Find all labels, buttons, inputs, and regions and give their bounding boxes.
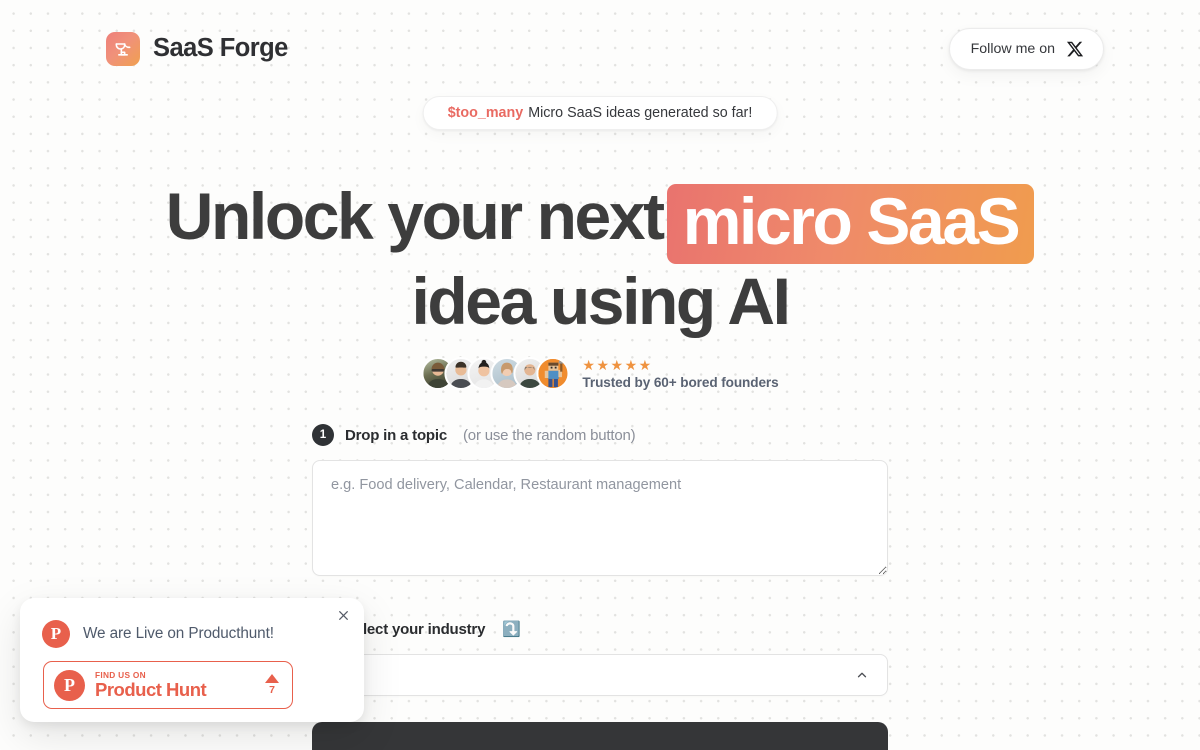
upvote-caret-icon bbox=[265, 674, 279, 683]
avatar-group bbox=[421, 357, 570, 390]
hero-section: Unlock your next micro SaaS idea using AI bbox=[0, 174, 1200, 343]
producthunt-badge-name: Product Hunt bbox=[95, 678, 207, 700]
star-icon: ★ bbox=[582, 356, 595, 373]
step-1-label: 1 Drop in a topic (or use the random but… bbox=[312, 424, 888, 446]
producthunt-logo-icon: P bbox=[42, 620, 70, 648]
topic-input[interactable] bbox=[312, 460, 888, 576]
star-icon: ★ bbox=[610, 356, 624, 373]
producthunt-badge-button[interactable]: P FIND US ON Product Hunt 7 bbox=[43, 661, 293, 709]
brand-name: SaaS Forge bbox=[153, 34, 288, 63]
social-proof-text-block: ★ ★ ★ ★ ★ Trusted by 60+ bored founders bbox=[582, 358, 778, 390]
producthunt-popup-title: We are Live on Producthunt! bbox=[83, 625, 274, 642]
social-proof-label: Trusted by 60+ bored founders bbox=[582, 374, 779, 390]
producthunt-upvote-count: 7 bbox=[269, 684, 275, 696]
star-icon: ★ bbox=[596, 356, 610, 373]
producthunt-popup-header: P We are Live on Producthunt! bbox=[42, 620, 342, 648]
producthunt-popup: P We are Live on Producthunt! P FIND US … bbox=[20, 598, 364, 722]
x-twitter-icon bbox=[1066, 40, 1084, 58]
industry-select[interactable] bbox=[312, 654, 888, 696]
star-icon: ★ bbox=[624, 356, 638, 373]
hero-line1-prefix: Unlock your next bbox=[165, 179, 665, 253]
step-2-title: Select your industry bbox=[345, 620, 486, 638]
ideas-counter-badge: $too_many Micro SaaS ideas generated so … bbox=[422, 96, 778, 130]
generate-ideas-button[interactable] bbox=[312, 722, 888, 750]
producthunt-badge-text: FIND US ON Product Hunt bbox=[95, 669, 255, 700]
hero-highlight: micro SaaS bbox=[666, 184, 1035, 264]
producthunt-upvote-group: 7 bbox=[265, 674, 279, 696]
avatar bbox=[536, 357, 570, 390]
step-1-hint: (or use the random button) bbox=[463, 426, 636, 444]
step-2-block: 2 Select your industry ⤵️ bbox=[312, 618, 888, 750]
brand-logo-link[interactable]: SaaS Forge bbox=[106, 32, 288, 66]
step-1-badge: 1 bbox=[312, 424, 334, 446]
idea-generator-form: 1 Drop in a topic (or use the random but… bbox=[312, 424, 888, 750]
page-title: Unlock your next micro SaaS idea using AI bbox=[0, 174, 1200, 343]
step-2-label: 2 Select your industry ⤵️ bbox=[312, 618, 888, 640]
ideas-counter-amount: $too_many bbox=[447, 105, 524, 121]
ideas-counter-text: Micro SaaS ideas generated so far! bbox=[528, 105, 753, 121]
close-icon[interactable] bbox=[332, 604, 354, 626]
site-header: SaaS Forge Follow me on bbox=[0, 0, 1200, 98]
chevron-up-icon bbox=[855, 668, 869, 682]
step-1-title: Drop in a topic bbox=[345, 426, 448, 444]
arrow-down-right-emoji: ⤵️ bbox=[502, 621, 521, 638]
producthunt-badge-kicker: FIND US ON bbox=[95, 669, 146, 680]
hero-line2: idea using AI bbox=[411, 264, 790, 338]
producthunt-badge-logo-icon: P bbox=[54, 669, 85, 701]
star-icon: ★ bbox=[638, 356, 652, 373]
star-rating: ★ ★ ★ ★ ★ bbox=[582, 358, 778, 372]
social-proof: ★ ★ ★ ★ ★ Trusted by 60+ bored founders bbox=[421, 357, 779, 390]
follow-on-x-button[interactable]: Follow me on bbox=[948, 28, 1104, 70]
anvil-icon bbox=[106, 32, 140, 66]
follow-button-label: Follow me on bbox=[970, 41, 1055, 57]
